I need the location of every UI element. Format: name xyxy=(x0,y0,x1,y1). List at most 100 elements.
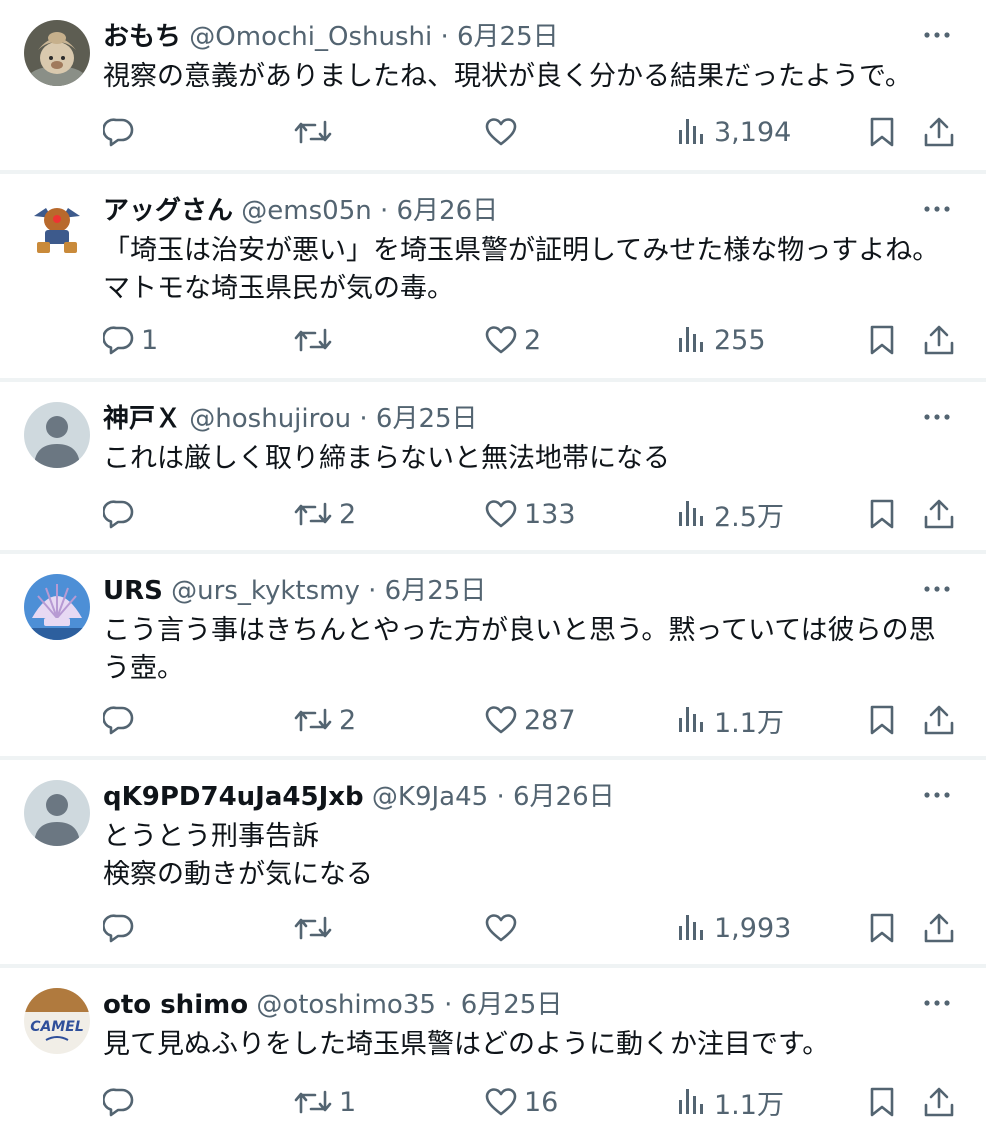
more-icon[interactable] xyxy=(920,400,954,434)
like-icon xyxy=(484,912,518,944)
bookmark-icon xyxy=(866,116,898,148)
display-name[interactable]: qK9PD74uJa45Jxb xyxy=(103,782,364,812)
tweet[interactable]: おもち @Omochi_Oshushi · 6月25日 視察の意義がありましたね… xyxy=(0,0,986,170)
tweet-header: アッグさん @ems05n · 6月26日 xyxy=(103,192,916,230)
bookmark-button[interactable] xyxy=(866,906,898,950)
avatar[interactable] xyxy=(24,574,90,640)
share-button[interactable] xyxy=(922,318,956,362)
share-button[interactable] xyxy=(922,110,956,154)
user-handle[interactable]: @K9Ja45 xyxy=(372,782,488,812)
views-button[interactable]: 255 xyxy=(676,318,766,362)
like-icon xyxy=(484,116,518,148)
bookmark-button[interactable] xyxy=(866,110,898,154)
display-name[interactable]: おもち xyxy=(103,22,181,52)
like-count: 287 xyxy=(524,704,576,736)
display-name[interactable]: URS xyxy=(103,576,163,606)
share-button[interactable] xyxy=(922,492,956,536)
share-button[interactable] xyxy=(922,1080,956,1124)
user-handle[interactable]: @ems05n xyxy=(241,196,371,226)
action-bar: 1,993 xyxy=(0,906,986,950)
like-button[interactable]: 2 xyxy=(484,318,541,362)
tweet-header: 神戸Ｘ @hoshujirou · 6月25日 xyxy=(103,400,916,438)
tweet-header: おもち @Omochi_Oshushi · 6月25日 xyxy=(103,18,916,56)
bookmark-button[interactable] xyxy=(866,1080,898,1124)
like-button[interactable] xyxy=(484,110,524,154)
bookmark-button[interactable] xyxy=(866,698,898,742)
like-button[interactable] xyxy=(484,906,524,950)
tweet[interactable]: URS @urs_kyktsmy · 6月25日 こう言う事はきちんとやった方が… xyxy=(0,554,986,756)
avatar[interactable] xyxy=(24,20,90,86)
more-icon[interactable] xyxy=(920,986,954,1020)
retweet-button[interactable]: 1 xyxy=(293,1080,356,1124)
post-date[interactable]: 6月26日 xyxy=(397,196,499,226)
user-handle[interactable]: @Omochi_Oshushi xyxy=(189,22,432,52)
retweet-icon xyxy=(293,912,333,944)
action-bar: 1 2 255 xyxy=(0,318,986,362)
tweet-text-line: 視察の意義がありましたね、現状が良く分かる結果だったようで。 xyxy=(103,61,912,92)
reply-button[interactable] xyxy=(103,492,141,536)
reply-count: 1 xyxy=(141,324,159,356)
reply-icon xyxy=(103,1086,135,1118)
more-icon[interactable] xyxy=(920,18,954,52)
user-handle[interactable]: @urs_kyktsmy xyxy=(171,576,360,606)
like-icon xyxy=(484,704,518,736)
view-count: 255 xyxy=(714,324,766,356)
bookmark-button[interactable] xyxy=(866,492,898,536)
separator-dot: · xyxy=(379,196,389,226)
tweet-text-line: こう言う事はきちんとやった方が良いと思う。黙っていては彼らの思 xyxy=(103,615,936,646)
like-button[interactable]: 133 xyxy=(484,492,576,536)
views-button[interactable]: 1,993 xyxy=(676,906,791,950)
bookmark-button[interactable] xyxy=(866,318,898,362)
avatar[interactable] xyxy=(24,194,90,260)
retweet-button[interactable]: 2 xyxy=(293,698,356,742)
separator-dot: · xyxy=(368,576,377,606)
retweet-icon xyxy=(293,1086,333,1118)
tweet[interactable]: qK9PD74uJa45Jxb @K9Ja45 · 6月26日 とうとう刑事告訴… xyxy=(0,760,986,964)
avatar[interactable] xyxy=(24,402,90,468)
user-handle[interactable]: @hoshujirou xyxy=(189,404,351,434)
views-button[interactable]: 1.1万 xyxy=(676,1080,784,1124)
views-button[interactable]: 3,194 xyxy=(676,110,791,154)
bookmark-icon xyxy=(866,498,898,530)
share-button[interactable] xyxy=(922,698,956,742)
post-date[interactable]: 6月25日 xyxy=(376,404,478,434)
camel-logo-text: CAMEL xyxy=(30,1019,84,1035)
retweet-button[interactable] xyxy=(293,318,339,362)
display-name[interactable]: アッグさん xyxy=(103,196,233,226)
retweet-button[interactable]: 2 xyxy=(293,492,356,536)
share-icon xyxy=(922,912,956,944)
post-date[interactable]: 6月25日 xyxy=(461,990,563,1020)
share-icon xyxy=(922,1086,956,1118)
retweet-button[interactable] xyxy=(293,110,339,154)
like-count: 133 xyxy=(524,498,576,530)
reply-button[interactable]: 1 xyxy=(103,318,158,362)
reply-button[interactable] xyxy=(103,906,141,950)
more-icon[interactable] xyxy=(920,572,954,606)
post-date[interactable]: 6月26日 xyxy=(513,782,615,812)
display-name[interactable]: oto shimo xyxy=(103,990,248,1020)
post-date[interactable]: 6月25日 xyxy=(457,22,559,52)
retweet-button[interactable] xyxy=(293,906,339,950)
bookmark-icon xyxy=(866,1086,898,1118)
tweet-text-line: う壺。 xyxy=(103,653,184,684)
views-button[interactable]: 2.5万 xyxy=(676,492,784,536)
avatar[interactable] xyxy=(24,780,90,846)
views-icon xyxy=(676,324,708,356)
tweet[interactable]: 神戸Ｘ @hoshujirou · 6月25日 これは厳しく取り締まらないと無法… xyxy=(0,382,986,550)
display-name[interactable]: 神戸Ｘ xyxy=(103,404,181,434)
reply-button[interactable] xyxy=(103,110,141,154)
tweet-text-line: 検察の動きが気になる xyxy=(103,859,373,890)
more-icon[interactable] xyxy=(920,778,954,812)
tweet[interactable]: CAMEL oto shimo @otoshimo35 · 6月25日 見て見ぬ… xyxy=(0,968,986,1138)
like-button[interactable]: 16 xyxy=(484,1080,558,1124)
like-button[interactable]: 287 xyxy=(484,698,576,742)
user-handle[interactable]: @otoshimo35 xyxy=(256,990,436,1020)
views-button[interactable]: 1.1万 xyxy=(676,698,784,742)
more-icon[interactable] xyxy=(920,192,954,226)
post-date[interactable]: 6月25日 xyxy=(385,576,487,606)
share-button[interactable] xyxy=(922,906,956,950)
avatar[interactable]: CAMEL xyxy=(24,988,90,1054)
reply-button[interactable] xyxy=(103,1080,141,1124)
reply-button[interactable] xyxy=(103,698,141,742)
tweet[interactable]: アッグさん @ems05n · 6月26日 「埼玉は治安が悪い」を埼玉県警が証明… xyxy=(0,174,986,378)
